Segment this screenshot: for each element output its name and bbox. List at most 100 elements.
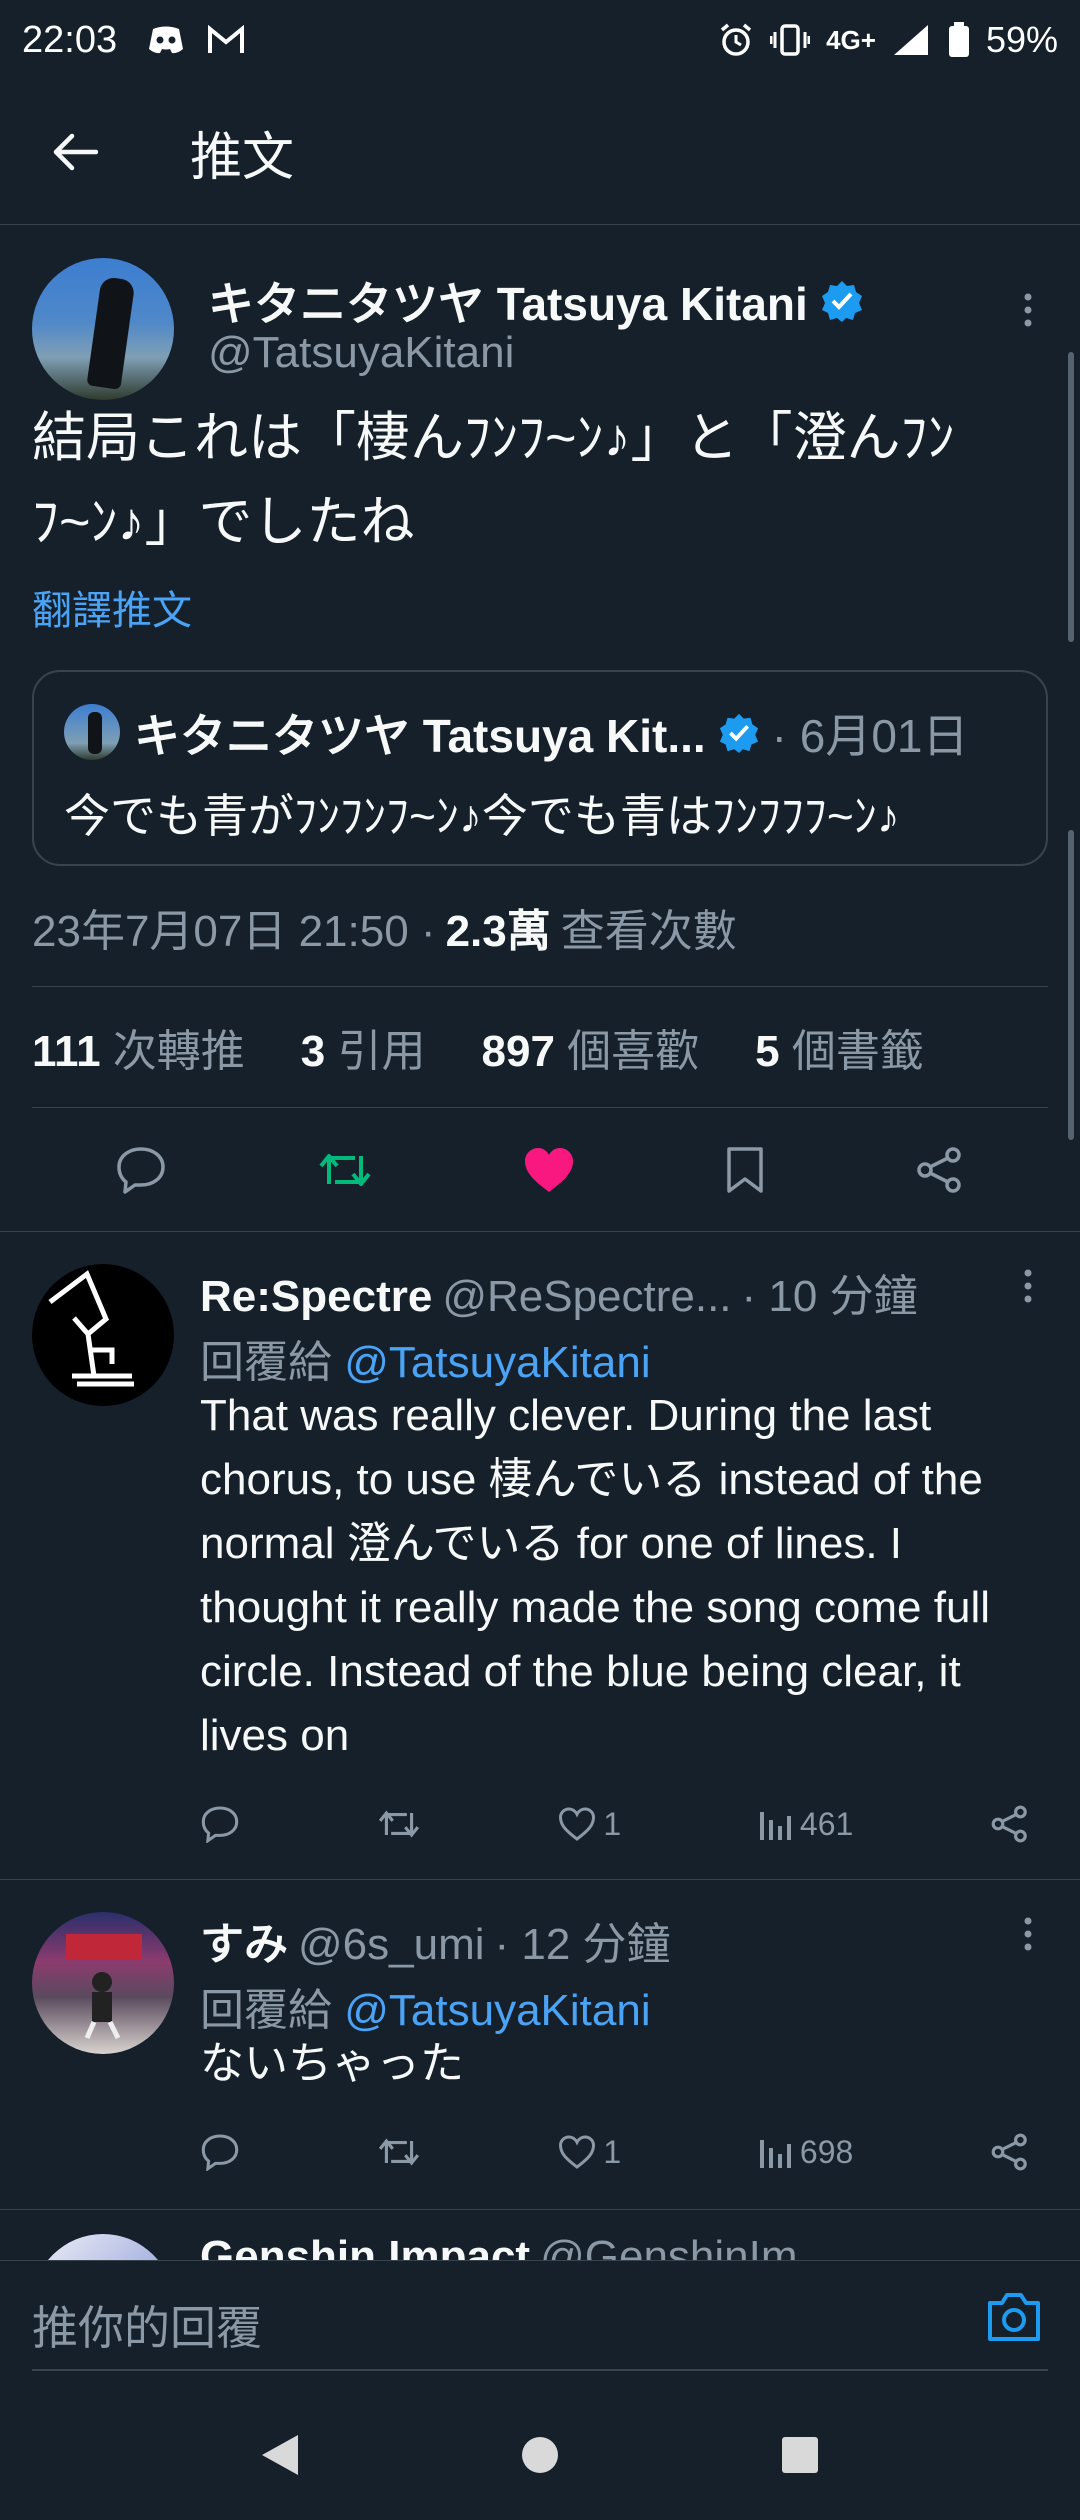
nav-back-button[interactable] [260,2433,300,2477]
reply-to-line: 回覆給 @TatsuyaKitani [200,1974,651,2038]
heart-icon [559,2135,596,2169]
retweet-button[interactable] [377,1806,421,1842]
network-type: 4G+ [826,24,876,55]
reply-time: · 10 分鐘 [741,1272,918,1321]
likes-stat[interactable]: 897 個喜歡 [482,1015,700,1079]
share-icon [917,1146,961,1193]
reply-button[interactable] [200,1805,240,1843]
views-count: 461 [799,1805,854,1842]
camera-icon [988,2293,1040,2341]
views-count: 698 [799,2133,854,2170]
retweet-icon [378,1810,419,1838]
retweets-label: 次轉推 [112,1027,245,1076]
quotes-stat[interactable]: 3 引用 [301,1015,426,1079]
tweet-text-line: ﾌ~ﾝ♪」でしたね [32,492,415,552]
reply-header: Re:Spectre @ReSpectre... · 10 分鐘 [200,1260,918,1324]
quote-header: キタニタツヤ Tatsuya Kit... · 6月01日 [134,700,969,766]
reply-icon [201,1806,239,1843]
like-button[interactable] [523,1146,575,1194]
retweet-icon [319,1153,371,1186]
translate-link[interactable]: 翻譯推文 [0,578,1080,638]
author-name[interactable]: キタニタツヤ Tatsuya Kitani [208,268,864,334]
retweet-icon [378,2138,419,2166]
reply-text: ないちゃった [200,2039,464,2088]
more-options-button[interactable] [1008,280,1048,340]
quote-text: 今でも青がﾌﾝﾌﾝﾌ~ﾝ♪今でも青はﾌﾝﾌﾌﾌ~ﾝ♪ [64,790,900,842]
reply-time: · 12 分鐘 [494,1920,671,1969]
views-button[interactable]: 461 [758,1806,853,1843]
reply-to-link[interactable]: @TatsuyaKitani [344,1338,650,1387]
triangle-back-icon [262,2435,298,2475]
verified-badge-icon [821,281,862,322]
reply-button[interactable] [115,1145,167,1195]
quote-avatar [64,704,120,760]
more-vertical-icon [1024,293,1032,327]
tweet-meta: 23年7月07日 21:50 · 2.3萬 查看次數 [0,892,1080,962]
avatar[interactable] [32,1264,174,1406]
analytics-icon [759,1812,791,1840]
battery-percent: 59% [985,19,1058,60]
quote-date: · 6月01日 [771,710,969,762]
more-options-button[interactable] [1008,1904,1048,1964]
arrow-left-icon [53,133,98,171]
reply-tweet[interactable]: すみ @6s_umi · 12 分鐘 回覆給 @TatsuyaKitani ない… [0,1880,1080,2210]
avatar[interactable] [32,258,174,400]
nav-recents-button[interactable] [780,2435,820,2475]
retweet-button[interactable] [317,1148,373,1192]
tweet-text: 結局これは「棲んﾌﾝﾌ~ﾝ♪」と「澄んﾌﾝ ﾌ~ﾝ♪」でしたね [0,396,1080,564]
reply-composer: 推你的回覆 [0,2260,1080,2390]
quotes-label: 引用 [337,1027,426,1076]
camera-button[interactable] [984,2289,1044,2349]
reply-tweet[interactable]: Re:Spectre @ReSpectre... · 10 分鐘 回覆給 @Ta… [0,1232,1080,1880]
circle-home-icon [522,2437,558,2473]
share-button[interactable] [990,1804,1030,1844]
quotes-count: 3 [300,1027,326,1076]
engagement-stats: 111 次轉推 3 引用 897 個喜歡 5 個書籤 [0,987,1080,1107]
bookmark-button[interactable] [725,1145,765,1195]
reply-author-handle: @6s_umi [298,1920,485,1969]
verified-badge-icon [719,713,758,754]
reply-to-line: 回覆給 @TatsuyaKitani [200,1326,651,1390]
retweets-stat[interactable]: 111 次轉推 [32,1015,245,1079]
bookmarks-count: 5 [755,1027,780,1076]
like-button[interactable]: 1 [557,2134,621,2171]
like-count: 1 [603,2133,622,2170]
bookmarks-stat[interactable]: 5 個書籤 [755,1015,924,1079]
tweet-text-line: 結局これは「棲んﾌﾝﾌ~ﾝ♪」と「澄んﾌﾝ [32,408,955,468]
retweet-button[interactable] [377,2134,421,2170]
back-button[interactable] [0,80,150,225]
share-icon [991,1805,1027,1843]
bookmark-icon [727,1146,763,1193]
status-bar: 22:03 4G+ 59% [0,0,1080,80]
more-options-button[interactable] [1008,1256,1048,1316]
reply-text: That was really clever. During the last … [200,1391,991,1760]
reply-icon [117,1146,165,1194]
more-vertical-icon [1024,1269,1032,1303]
like-button[interactable]: 1 [557,1806,621,1843]
reply-actions: 1 461 [200,1794,1030,1854]
scrollbar[interactable] [1068,830,1074,1140]
vibrate-icon [770,22,811,58]
quoted-tweet[interactable]: キタニタツヤ Tatsuya Kit... · 6月01日 今でも青がﾌﾝﾌﾝﾌ… [32,670,1048,866]
system-navigation-bar [0,2390,1080,2520]
quote-author-name: キタニタツヤ Tatsuya Kit... [134,710,706,762]
share-icon [991,2133,1027,2171]
gmail-icon [207,25,245,55]
square-recents-icon [782,2437,818,2473]
share-button[interactable] [915,1145,965,1195]
reply-to-link[interactable]: @TatsuyaKitani [344,1986,650,2035]
share-button[interactable] [990,2132,1030,2172]
status-time: 22:03 [22,18,118,61]
nav-home-button[interactable] [520,2435,560,2475]
main-tweet: キタニタツヤ Tatsuya Kitani @TatsuyaKitani 結局こ… [0,226,1080,1232]
reply-to-label: 回覆給 [200,1986,332,2035]
reply-actions: 1 698 [200,2122,1030,2182]
reply-input[interactable]: 推你的回覆 [32,2281,1048,2371]
avatar[interactable] [32,1912,174,2054]
signal-icon [892,23,932,57]
views-button[interactable]: 698 [758,2134,853,2171]
views-count: 2.3萬 [445,907,551,956]
bookmarks-label: 個書籤 [791,1027,924,1076]
reply-button[interactable] [200,2133,240,2171]
scrollbar[interactable] [1068,352,1074,642]
